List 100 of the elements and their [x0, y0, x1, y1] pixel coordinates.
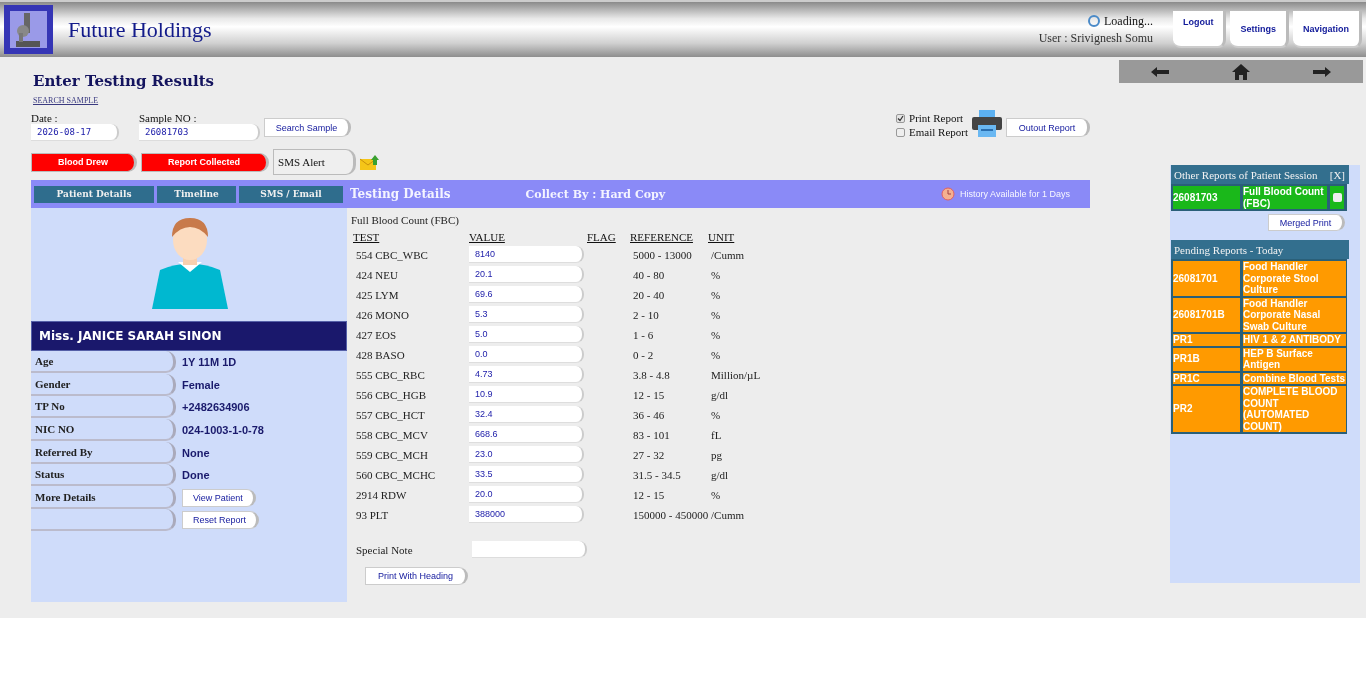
unit: %	[710, 328, 722, 341]
field-label: NIC NO	[31, 419, 176, 442]
field-value: None	[182, 446, 210, 459]
test-code: 426 MONO	[355, 308, 410, 321]
home-icon[interactable]	[1232, 63, 1250, 80]
checkbox[interactable]	[1332, 193, 1342, 202]
test-code: 555 CBC_RBC	[355, 368, 426, 381]
special-note-field[interactable]	[472, 541, 587, 558]
unit: %	[710, 408, 722, 421]
value-field[interactable]: 20.0	[469, 486, 584, 503]
header-button[interactable]: Logout	[1172, 11, 1227, 48]
printer-icon	[972, 110, 1002, 137]
field-value: +2482634906	[182, 401, 250, 414]
reference-range: 5000 - 13000	[632, 248, 693, 261]
test-code: 428 BASO	[355, 348, 406, 361]
value-field[interactable]: 5.0	[469, 326, 584, 343]
print-with-heading-button[interactable]: Print With Heading	[365, 567, 468, 585]
envelope-icon[interactable]	[359, 154, 379, 170]
column-header: TEST	[353, 231, 381, 243]
reference-range: 3.8 - 4.8	[632, 368, 671, 381]
loading-indicator: Loading...	[1086, 13, 1153, 29]
search-sample-link[interactable]: SEARCH SAMPLE	[33, 96, 99, 105]
value-field[interactable]: 23.0	[469, 446, 584, 463]
reference-range: 1 - 6	[632, 328, 655, 341]
field-label: More Details	[31, 486, 176, 509]
date-label: Date :	[31, 112, 59, 124]
reference-range: 83 - 101	[632, 428, 671, 441]
microscope-logo	[4, 5, 53, 54]
patient-name: Miss. JANICE SARAH SINON	[31, 321, 347, 351]
value-field[interactable]: 4.73	[469, 366, 584, 383]
page-title: Enter Testing Results	[33, 72, 216, 90]
collect-by: Collect By : Hard Copy	[525, 187, 666, 201]
date-field[interactable]: 2026-08-17	[31, 124, 119, 141]
sample-field[interactable]: 26081703	[139, 124, 260, 141]
test-code: 559 CBC_MCH	[355, 448, 429, 461]
reference-range: 27 - 32	[632, 448, 666, 461]
option-label: Email Report	[909, 125, 968, 139]
status-button[interactable]: Report Collected	[141, 152, 270, 172]
field-label: TP No	[31, 396, 176, 419]
reference-range: 2 - 10	[632, 308, 660, 321]
field-value: 024-1003-1-0-78	[182, 424, 264, 437]
field-label: Status	[31, 464, 176, 487]
user-name: User : Srivignesh Somu	[1038, 30, 1153, 46]
tab[interactable]: SMS / Email	[239, 185, 343, 203]
close-button[interactable]: [X]	[1329, 168, 1345, 181]
value-field[interactable]: 0.0	[469, 346, 584, 363]
unit: %	[710, 268, 722, 281]
merged-print-button[interactable]: Merged Print	[1268, 214, 1345, 231]
column-header: VALUE	[469, 231, 506, 243]
value-field[interactable]: 69.6	[469, 286, 584, 303]
reference-range: 12 - 15	[632, 488, 666, 501]
tab[interactable]: Patient Details	[34, 185, 154, 203]
column-header: UNIT	[708, 231, 736, 243]
option-label: Print Report	[909, 111, 964, 125]
unit: fL	[710, 428, 723, 441]
field-label: Referred By	[31, 441, 176, 464]
value-field[interactable]: 8140	[469, 246, 584, 263]
reference-range: 12 - 15	[632, 388, 666, 401]
status-button[interactable]: Blood Drew	[31, 152, 137, 172]
search-sample-button[interactable]: Search Sample	[264, 118, 351, 137]
brand-title: Future Holdings	[68, 16, 212, 43]
unit: Million/µL	[710, 368, 762, 381]
test-code: 427 EOS	[355, 328, 398, 341]
unit: g/dl	[710, 468, 730, 481]
header-button[interactable]: Settings	[1230, 11, 1289, 48]
reference-range: 20 - 40	[632, 288, 666, 301]
reference-range: 150000 - 450000	[632, 508, 708, 521]
panel-title: Pending Reports - Today	[1174, 243, 1284, 256]
unit: g/dl	[710, 388, 730, 401]
reference-range: 31.5 - 34.5	[632, 468, 682, 481]
test-code: 2914 RDW	[355, 488, 408, 501]
column-header: REFERENCE	[630, 231, 694, 243]
header-button[interactable]: Navigation	[1293, 11, 1362, 48]
checkbox[interactable]	[896, 127, 906, 137]
back-arrow-icon[interactable]	[1150, 66, 1169, 77]
value-field[interactable]: 10.9	[469, 386, 584, 403]
test-code: 557 CBC_HCT	[355, 408, 426, 421]
sample-label: Sample NO :	[139, 112, 198, 124]
value-field[interactable]: 668.6	[469, 426, 584, 443]
value-field[interactable]: 33.5	[469, 466, 584, 483]
checkbox[interactable]	[896, 113, 906, 123]
value-field[interactable]: 5.3	[469, 306, 584, 323]
value-field[interactable]: 32.4	[469, 406, 584, 423]
forward-arrow-icon[interactable]	[1313, 66, 1332, 77]
unit: %	[710, 308, 722, 321]
field-value: Female	[182, 378, 220, 391]
unit: pg	[710, 448, 723, 461]
column-header: FLAG	[587, 231, 617, 243]
reference-range: 0 - 2	[632, 348, 655, 361]
value-field[interactable]: 388000	[469, 506, 584, 523]
test-code: 554 CBC_WBC	[355, 248, 429, 261]
test-code: 425 LYM	[355, 288, 400, 301]
output-report-button[interactable]: Outout Report	[1006, 118, 1090, 137]
value-field[interactable]: 20.1	[469, 266, 584, 283]
patient-action-button[interactable]: View Patient	[182, 488, 256, 507]
tab[interactable]: Timeline	[157, 185, 236, 203]
spinner-icon	[1086, 14, 1101, 28]
patient-action-button[interactable]: Reset Report	[182, 511, 260, 530]
field-value: Done	[182, 469, 210, 482]
status-button[interactable]: SMS Alert	[273, 149, 356, 175]
